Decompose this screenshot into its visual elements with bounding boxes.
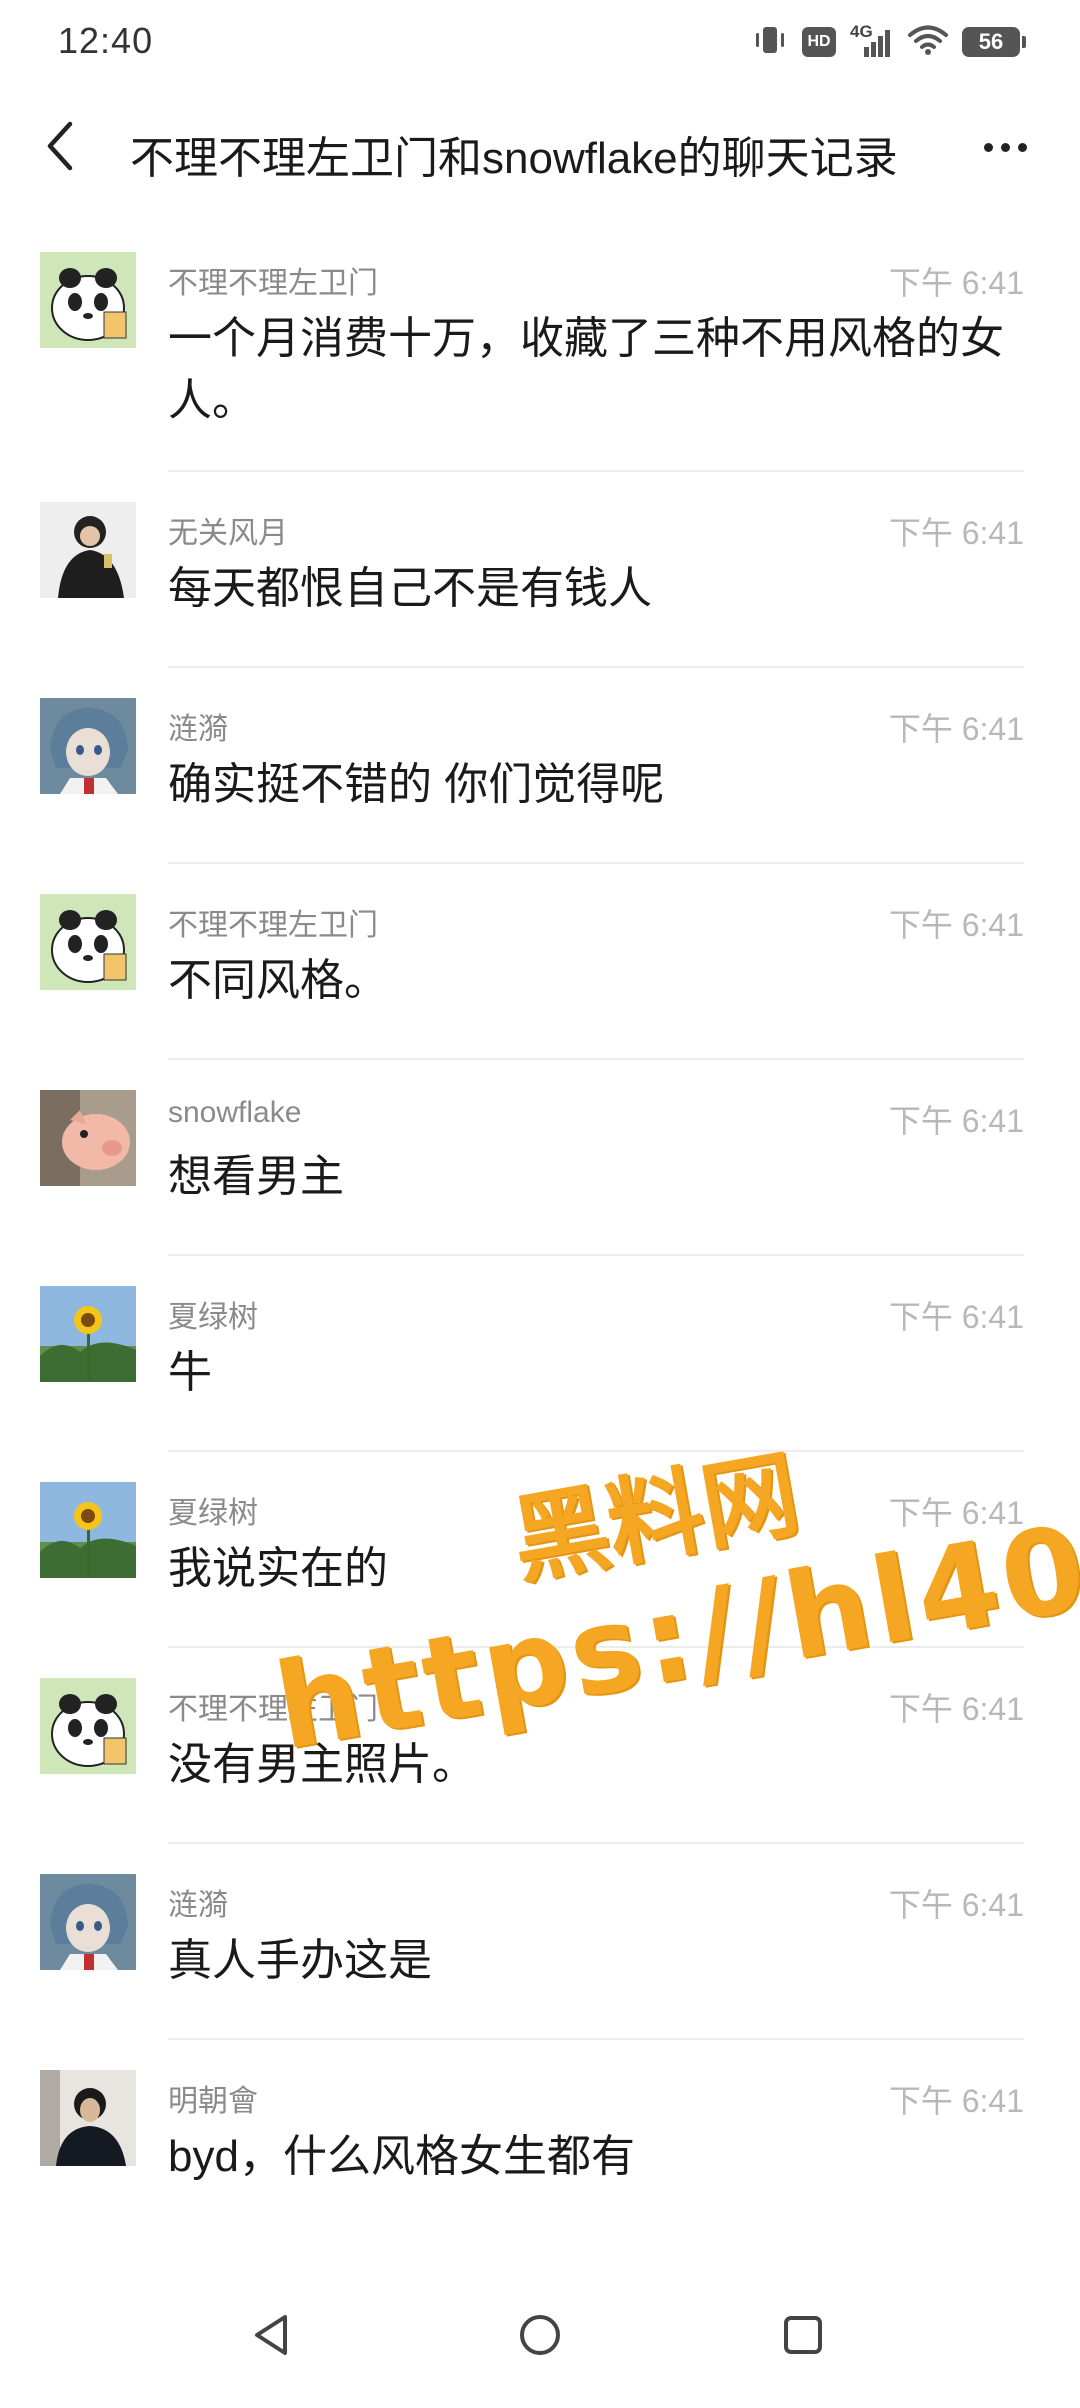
message-text: 我说实在的: [168, 1544, 388, 1593]
message-time: 下午 6:41: [888, 1691, 1024, 1727]
message-text: 每天都恨自己不是有钱人: [168, 564, 652, 613]
sender-name: snowflake: [168, 1096, 302, 1129]
circle-home-icon: [520, 2315, 560, 2355]
message-time: 下午 6:41: [888, 515, 1024, 551]
message-text: byd，什么风格女生都有: [168, 2132, 635, 2181]
message-list: 不理不理左卫门 下午 6:41 一个月消费十万，收藏了三种不用风格的女人。 无关…: [0, 222, 1080, 2236]
battery-icon: 56: [962, 27, 1026, 57]
more-options-button[interactable]: [970, 122, 1040, 172]
message-item[interactable]: 明朝會 下午 6:41 byd，什么风格女生都有: [0, 2040, 1080, 2236]
signal-icon: 4G: [850, 23, 894, 59]
message-item[interactable]: 无关风月 下午 6:41 每天都恨自己不是有钱人: [0, 472, 1080, 668]
panda-avatar[interactable]: [40, 894, 136, 990]
status-time: 12:40: [58, 20, 154, 61]
message-time: 下午 6:41: [888, 2083, 1024, 2119]
sender-name: 夏绿树: [168, 1497, 258, 1530]
sunflower-avatar[interactable]: [40, 1482, 136, 1578]
message-time: 下午 6:41: [888, 711, 1024, 747]
message-text: 真人手办这是: [168, 1936, 432, 1985]
more-dot-icon: [983, 142, 993, 152]
message-item[interactable]: 夏绿树 下午 6:41 牛: [0, 1256, 1080, 1452]
message-text: 一个月消费十万，收藏了三种不用风格的女人。: [168, 314, 1004, 425]
nav-recents-button[interactable]: [768, 2300, 838, 2370]
back-button[interactable]: [30, 116, 90, 176]
status-bar: 12:40 HD 4G 56: [0, 0, 1080, 84]
anime-avatar[interactable]: [40, 698, 136, 794]
sender-name: 夏绿树: [168, 1301, 258, 1334]
message-item[interactable]: 不理不理左卫门 下午 6:41 没有男主照片。: [0, 1648, 1080, 1844]
nav-back-button[interactable]: [236, 2300, 306, 2370]
system-nav-bar: [0, 2260, 1080, 2408]
status-icons: HD 4G 56: [752, 22, 1026, 62]
chat-history-header: 不理不理左卫门和snowflake的聊天记录: [0, 84, 1080, 214]
hd-icon: HD: [802, 27, 836, 57]
message-time: 下午 6:41: [888, 1495, 1024, 1531]
triangle-back-icon: [255, 2315, 287, 2355]
message-text: 不同风格。: [168, 956, 388, 1005]
sender-name: 不理不理左卫门: [168, 909, 378, 942]
message-item[interactable]: 涟漪 下午 6:41 真人手办这是: [0, 1844, 1080, 2040]
sender-name: 涟漪: [168, 713, 228, 746]
sender-name: 涟漪: [168, 1889, 228, 1922]
dark-person-avatar[interactable]: [40, 2070, 136, 2166]
message-time: 下午 6:41: [888, 265, 1024, 301]
person-avatar[interactable]: [40, 502, 136, 598]
sender-name: 不理不理左卫门: [168, 1693, 378, 1726]
more-dot-icon: [1000, 142, 1010, 152]
sender-name: 不理不理左卫门: [168, 267, 378, 300]
vibrate-icon: [752, 24, 788, 61]
wifi-icon: [908, 24, 948, 61]
message-text: 牛: [168, 1348, 212, 1397]
message-time: 下午 6:41: [888, 1887, 1024, 1923]
panda-avatar[interactable]: [40, 1678, 136, 1774]
message-item[interactable]: 不理不理左卫门 下午 6:41 一个月消费十万，收藏了三种不用风格的女人。: [0, 222, 1080, 472]
message-text: 确实挺不错的 你们觉得呢: [168, 760, 665, 809]
chat-history-screen: 12:40 HD 4G 56 不理不理左卫门和snowflake的聊天记录 不理…: [0, 0, 1080, 2408]
message-item[interactable]: 夏绿树 下午 6:41 我说实在的: [0, 1452, 1080, 1648]
chevron-left-icon: [47, 121, 73, 171]
panda-avatar[interactable]: [40, 252, 136, 348]
message-time: 下午 6:41: [888, 907, 1024, 943]
message-item[interactable]: 不理不理左卫门 下午 6:41 不同风格。: [0, 864, 1080, 1060]
square-recents-icon: [784, 2316, 822, 2354]
message-item[interactable]: 涟漪 下午 6:41 确实挺不错的 你们觉得呢: [0, 668, 1080, 864]
sender-name: 无关风月: [168, 517, 288, 550]
message-time: 下午 6:41: [888, 1299, 1024, 1335]
anime-avatar[interactable]: [40, 1874, 136, 1970]
message-text: 想看男主: [168, 1152, 344, 1201]
nav-home-button[interactable]: [505, 2300, 575, 2370]
sender-name: 明朝會: [168, 2085, 258, 2118]
message-text: 没有男主照片。: [168, 1740, 476, 1789]
message-item[interactable]: snowflake 下午 6:41 想看男主: [0, 1060, 1080, 1256]
more-dot-icon: [1017, 142, 1027, 152]
message-time: 下午 6:41: [888, 1103, 1024, 1139]
pig-avatar[interactable]: [40, 1090, 136, 1186]
page-title: 不理不理左卫门和snowflake的聊天记录: [130, 134, 898, 183]
sunflower-avatar[interactable]: [40, 1286, 136, 1382]
